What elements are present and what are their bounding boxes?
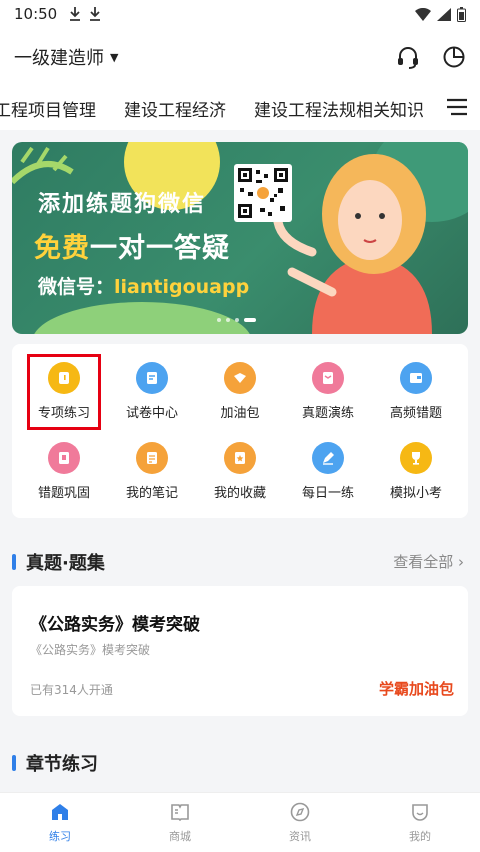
func-frequent-errors[interactable]: 高频错题 <box>371 362 461 421</box>
nav-profile[interactable]: 我的 <box>360 793 480 852</box>
section-exam-text: 真题·题集 <box>26 553 105 574</box>
tab-engineering-economics[interactable]: 建设工程经济 <box>124 96 226 121</box>
real-exam-icon <box>312 362 344 394</box>
nav-label: 商城 <box>169 830 191 843</box>
func-label: 真题演练 <box>301 406 354 421</box>
func-daily-practice[interactable]: 每日一练 <box>283 442 373 501</box>
menu-icon[interactable] <box>438 98 468 120</box>
frequent-errors-icon <box>400 362 432 394</box>
caret-down-icon: ▼ <box>110 50 119 64</box>
download-icon <box>90 7 101 21</box>
section-bar <box>12 554 16 570</box>
func-label: 模拟小考 <box>389 486 442 501</box>
func-label: 错题巩固 <box>37 486 90 501</box>
signal-icon <box>437 7 451 21</box>
section-chapter-text: 章节练习 <box>26 754 98 775</box>
tab-law-regulations[interactable]: 建设工程法规相关知识 <box>254 96 424 121</box>
wechat-id: liantigouapp <box>114 276 250 298</box>
wifi-icon <box>415 7 431 21</box>
exam-selector[interactable]: 一级建造师 ▼ <box>14 44 118 70</box>
function-grid: 专项练习 试卷中心 加油包 真题演练 高频错题 错题巩固 我的笔记 我的收藏 每… <box>12 344 468 518</box>
promo-banner[interactable]: 添加练题狗微信 免费一对一答疑 微信号：liantigouapp <box>12 142 468 334</box>
paper-card[interactable]: 《公路实务》模考突破 《公路实务》模考突破 已有314人开通 学霸加油包 <box>12 586 468 716</box>
highlight-box <box>27 354 101 430</box>
see-all-link[interactable]: 查看全部 › <box>393 551 464 572</box>
section-title-exam: 真题·题集 <box>12 549 105 575</box>
battery-icon <box>457 6 466 22</box>
download-icon <box>70 7 81 21</box>
paper-title: 《公路实务》模考突破 <box>30 615 200 635</box>
banner-wechat: 微信号：liantigouapp <box>38 272 249 299</box>
func-notes[interactable]: 我的笔记 <box>107 442 197 501</box>
paper-center-icon <box>136 362 168 394</box>
profile-icon <box>412 804 428 821</box>
nav-mall[interactable]: 商城 <box>120 793 240 852</box>
status-time: 10:50 <box>14 5 58 23</box>
section-bar <box>12 755 16 771</box>
func-error-review[interactable]: 错题巩固 <box>19 442 109 501</box>
top-header: 一级建造师 ▼ <box>0 28 480 86</box>
nav-practice[interactable]: 练习 <box>0 793 120 852</box>
func-label: 我的收藏 <box>213 486 266 501</box>
pie-chart-icon[interactable] <box>442 45 466 69</box>
banner-line1: 添加练题狗微信 <box>38 192 207 217</box>
bottom-nav: 练习 商城 资讯 我的 <box>0 792 480 852</box>
nav-label: 我的 <box>409 830 431 843</box>
nav-label: 练习 <box>49 830 71 843</box>
error-review-icon <box>48 442 80 474</box>
func-real-exam[interactable]: 真题演练 <box>283 362 373 421</box>
status-bar: 10:50 <box>0 0 480 28</box>
section-title-chapter: 章节练习 <box>12 750 98 776</box>
fuel-pack-icon <box>224 362 256 394</box>
banner-free: 免费 <box>34 233 90 264</box>
paper-tag[interactable]: 学霸加油包 <box>379 678 454 699</box>
notes-icon <box>136 442 168 474</box>
func-label: 高频错题 <box>389 406 442 421</box>
func-paper-center[interactable]: 试卷中心 <box>107 362 197 421</box>
wechat-label: 微信号： <box>38 276 115 298</box>
headset-icon[interactable] <box>396 45 420 69</box>
paper-count: 已有314人开通 <box>30 683 113 697</box>
banner-qa: 一对一答疑 <box>90 233 230 264</box>
favorites-icon <box>224 442 256 474</box>
exam-name: 一级建造师 <box>14 48 104 69</box>
nav-news[interactable]: 资讯 <box>240 793 360 852</box>
func-fuel-pack[interactable]: 加油包 <box>195 362 285 421</box>
book-icon <box>171 804 189 822</box>
func-label: 每日一练 <box>301 486 354 501</box>
qr-code <box>234 164 292 222</box>
func-label: 我的笔记 <box>125 486 178 501</box>
banner-line2: 免费一对一答疑 <box>34 226 230 265</box>
func-mock-exam[interactable]: 模拟小考 <box>371 442 461 501</box>
subject-tabs: 工程项目管理 建设工程经济 建设工程法规相关知识 <box>0 86 480 130</box>
daily-practice-icon <box>312 442 344 474</box>
func-label: 试卷中心 <box>125 406 178 421</box>
home-icon <box>52 804 68 820</box>
func-favorites[interactable]: 我的收藏 <box>195 442 285 501</box>
mock-exam-icon <box>400 442 432 474</box>
tab-project-management[interactable]: 工程项目管理 <box>0 96 96 121</box>
func-label: 加油包 <box>220 406 260 421</box>
compass-icon <box>290 802 310 822</box>
carousel-indicator <box>217 318 256 322</box>
paper-subtitle: 《公路实务》模考突破 <box>30 643 151 657</box>
nav-label: 资讯 <box>289 830 311 843</box>
